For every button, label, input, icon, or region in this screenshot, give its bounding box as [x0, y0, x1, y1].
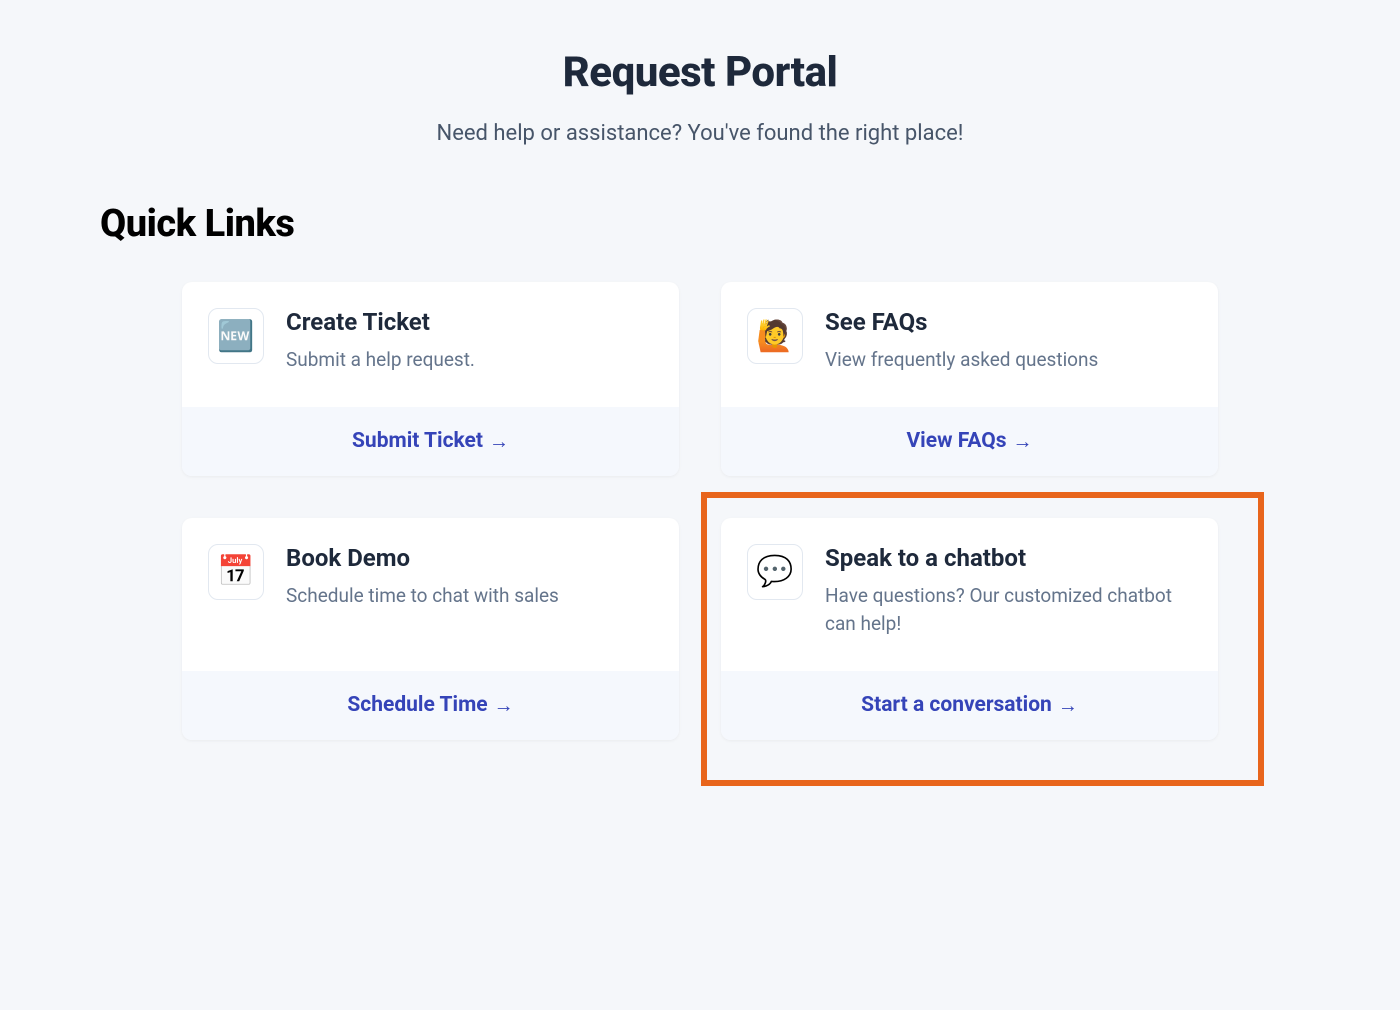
card-desc: View frequently asked questions [825, 346, 1192, 375]
page-subtitle: Need help or assistance? You've found th… [100, 121, 1300, 146]
submit-ticket-link[interactable]: Submit Ticket → [352, 429, 509, 454]
calendar-icon: 📅 [208, 544, 264, 600]
arrow-right-icon: → [1013, 429, 1033, 454]
new-icon: 🆕 [208, 308, 264, 364]
action-label: Start a conversation [861, 693, 1052, 717]
schedule-time-link[interactable]: Schedule Time → [347, 693, 513, 718]
person-raising-hand-icon: 🙋 [747, 308, 803, 364]
start-conversation-link[interactable]: Start a conversation → [861, 693, 1078, 718]
card-title: Book Demo [286, 544, 653, 572]
card-title: See FAQs [825, 308, 1192, 336]
speech-bubble-icon: 💬 [747, 544, 803, 600]
card-desc: Have questions? Our customized chatbot c… [825, 582, 1192, 639]
card-title: Create Ticket [286, 308, 653, 336]
section-title-quick-links: Quick Links [100, 202, 1300, 246]
action-label: Schedule Time [347, 693, 487, 717]
page-title: Request Portal [100, 48, 1300, 97]
arrow-right-icon: → [1058, 693, 1078, 718]
card-book-demo: 📅 Book Demo Schedule time to chat with s… [182, 518, 679, 740]
action-label: Submit Ticket [352, 429, 483, 453]
arrow-right-icon: → [494, 693, 514, 718]
quick-links-grid: 🆕 Create Ticket Submit a help request. S… [100, 282, 1300, 740]
card-see-faqs: 🙋 See FAQs View frequently asked questio… [721, 282, 1218, 476]
card-create-ticket: 🆕 Create Ticket Submit a help request. S… [182, 282, 679, 476]
page-header: Request Portal Need help or assistance? … [100, 48, 1300, 146]
action-label: View FAQs [906, 429, 1006, 453]
card-speak-to-chatbot: 💬 Speak to a chatbot Have questions? Our… [721, 518, 1218, 740]
arrow-right-icon: → [489, 429, 509, 454]
view-faqs-link[interactable]: View FAQs → [906, 429, 1032, 454]
card-desc: Schedule time to chat with sales [286, 582, 653, 611]
card-title: Speak to a chatbot [825, 544, 1192, 572]
card-desc: Submit a help request. [286, 346, 653, 375]
